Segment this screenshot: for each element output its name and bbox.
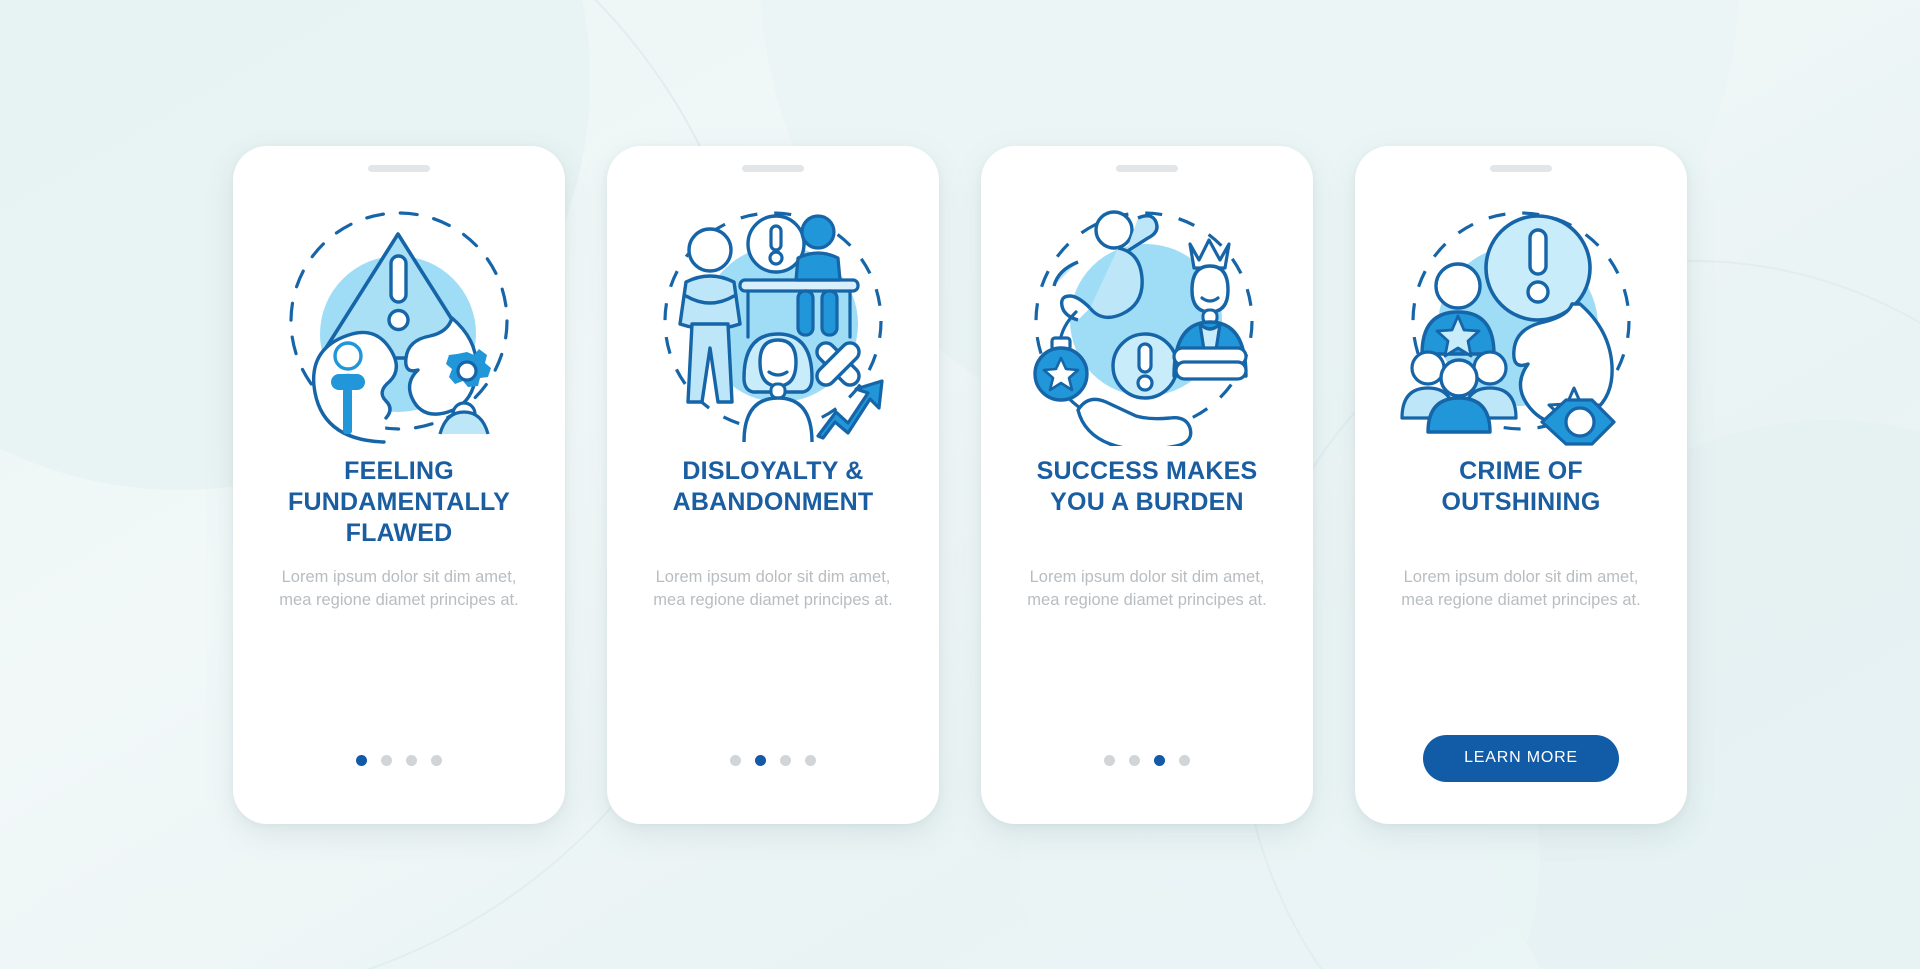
speaker-grille bbox=[1490, 164, 1552, 172]
phone-mockup-1: FEELING FUNDAMENTALLY FLAWED Lorem ipsum… bbox=[233, 145, 565, 824]
screen-title: SUCCESS MAKES YOU A BURDEN bbox=[1036, 456, 1258, 516]
screen-title: CRIME OF OUTSHINING bbox=[1441, 456, 1601, 516]
pagination-dots-1 bbox=[356, 746, 442, 776]
pagination-dot[interactable] bbox=[381, 755, 392, 766]
star-person-group-exclamation-flame-icon bbox=[1396, 196, 1646, 446]
phone-screen-1: FEELING FUNDAMENTALLY FLAWED Lorem ipsum… bbox=[233, 172, 565, 824]
phone-screen-3: SUCCESS MAKES YOU A BURDEN Lorem ipsum d… bbox=[981, 172, 1313, 824]
screen-body-text: Lorem ipsum dolor sit dim amet, mea regi… bbox=[279, 567, 519, 609]
phone-mockup-2: DISLOYALTY & ABANDONMENT Lorem ipsum dol… bbox=[607, 145, 939, 824]
phone-screen-4: CRIME OF OUTSHINING Lorem ipsum dolor si… bbox=[1355, 172, 1687, 824]
pagination-dot[interactable] bbox=[406, 755, 417, 766]
screen-title: DISLOYALTY & ABANDONMENT bbox=[672, 456, 874, 516]
phone-row: FEELING FUNDAMENTALLY FLAWED Lorem ipsum… bbox=[0, 0, 1920, 969]
pagination-dot[interactable] bbox=[805, 755, 816, 766]
phone-mockup-4: CRIME OF OUTSHINING Lorem ipsum dolor si… bbox=[1355, 145, 1687, 824]
phone-mockup-3: SUCCESS MAKES YOU A BURDEN Lorem ipsum d… bbox=[981, 145, 1313, 824]
screen-body-text: Lorem ipsum dolor sit dim amet, mea regi… bbox=[1027, 567, 1267, 609]
jumping-person-ball-and-chain-king-hand-icon bbox=[1022, 196, 1272, 446]
pagination-dot[interactable] bbox=[356, 755, 367, 766]
screen-body-text: Lorem ipsum dolor sit dim amet, mea regi… bbox=[653, 567, 893, 609]
pagination-dot[interactable] bbox=[1154, 755, 1165, 766]
pagination-dot[interactable] bbox=[1104, 755, 1115, 766]
pagination-dot[interactable] bbox=[1179, 755, 1190, 766]
pagination-dot[interactable] bbox=[1129, 755, 1140, 766]
pagination-dots-2 bbox=[730, 746, 816, 776]
onboarding-screens-mockup: FEELING FUNDAMENTALLY FLAWED Lorem ipsum… bbox=[0, 0, 1920, 969]
speaker-grille bbox=[368, 164, 430, 172]
screen-title: FEELING FUNDAMENTALLY FLAWED bbox=[287, 456, 511, 547]
pagination-dot[interactable] bbox=[730, 755, 741, 766]
speaker-grille bbox=[742, 164, 804, 172]
phone-screen-2: DISLOYALTY & ABANDONMENT Lorem ipsum dol… bbox=[607, 172, 939, 824]
pagination-dot[interactable] bbox=[755, 755, 766, 766]
screen-body-text: Lorem ipsum dolor sit dim amet, mea regi… bbox=[1401, 567, 1641, 609]
pagination-dot[interactable] bbox=[431, 755, 442, 766]
standing-person-desk-sad-woman-icon bbox=[648, 196, 898, 446]
warning-head-gear-flame-icon bbox=[274, 196, 524, 446]
learn-more-button[interactable]: LEARN MORE bbox=[1423, 734, 1619, 782]
pagination-dots-3 bbox=[1104, 746, 1190, 776]
speaker-grille bbox=[1116, 164, 1178, 172]
pagination-dot[interactable] bbox=[780, 755, 791, 766]
